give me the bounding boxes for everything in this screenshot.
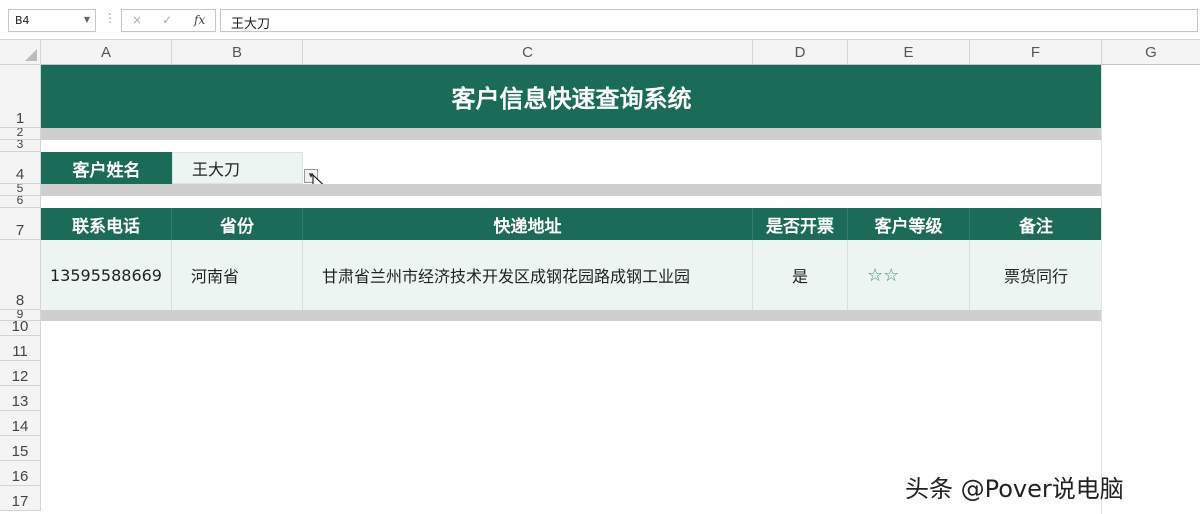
header-note: 备注	[970, 208, 1102, 240]
column-header-f[interactable]: F	[970, 40, 1102, 65]
record-phone[interactable]: 13595588669	[41, 240, 172, 310]
separator-band	[41, 184, 1102, 196]
row-header-12[interactable]: 12	[0, 361, 41, 386]
formula-input[interactable]: 王大刀	[220, 9, 1198, 32]
cancel-icon[interactable]: ×	[132, 13, 142, 27]
sheet-title: 客户信息快速查询系统	[41, 65, 1102, 128]
separator-band	[41, 310, 1102, 321]
record-level-stars[interactable]: ☆☆	[848, 240, 970, 310]
record-province[interactable]: 河南省	[172, 240, 303, 310]
select-all-corner[interactable]	[0, 40, 41, 65]
separator-band	[41, 128, 1102, 140]
column-header-g[interactable]: G	[1102, 40, 1200, 65]
row-header-4[interactable]: 4	[0, 152, 41, 184]
header-level: 客户等级	[848, 208, 970, 240]
row-header-17[interactable]: 17	[0, 486, 41, 511]
column-header-b[interactable]: B	[172, 40, 303, 65]
name-box[interactable]: B4 ▼	[8, 9, 96, 32]
watermark: 头条 @Pover说电脑	[905, 475, 1124, 503]
row-header-5[interactable]: 5	[0, 184, 41, 196]
more-options-icon[interactable]: ⋮	[104, 11, 116, 25]
row-header-15[interactable]: 15	[0, 436, 41, 461]
name-box-value: B4	[15, 14, 30, 27]
record-note[interactable]: 票货同行	[970, 240, 1102, 310]
row-header-9[interactable]: 9	[0, 310, 41, 321]
header-address: 快递地址	[303, 208, 753, 240]
enter-icon[interactable]: ✓	[162, 13, 172, 27]
row-header-11[interactable]: 11	[0, 336, 41, 361]
column-header-e[interactable]: E	[848, 40, 970, 65]
record-invoice[interactable]: 是	[753, 240, 848, 310]
row-header-14[interactable]: 14	[0, 411, 41, 436]
chevron-down-icon[interactable]: ▼	[84, 15, 90, 24]
row-header-10[interactable]: 10	[0, 321, 41, 336]
column-header-c[interactable]: C	[303, 40, 753, 65]
row-header-8[interactable]: 8	[0, 240, 41, 310]
formula-buttons: × ✓ fx	[121, 9, 216, 32]
row-header-2[interactable]: 2	[0, 128, 41, 140]
column-header-a[interactable]: A	[41, 40, 172, 65]
header-province: 省份	[172, 208, 303, 240]
row-header-16[interactable]: 16	[0, 461, 41, 486]
lookup-input-cell[interactable]: 王大刀	[172, 152, 303, 184]
record-address[interactable]: 甘肃省兰州市经济技术开发区成钢花园路成钢工业园	[303, 240, 753, 310]
insert-function-icon[interactable]: fx	[194, 13, 205, 27]
row-header-6[interactable]: 6	[0, 196, 41, 208]
lookup-label: 客户姓名	[41, 152, 172, 184]
row-header-13[interactable]: 13	[0, 386, 41, 411]
header-invoice: 是否开票	[753, 208, 848, 240]
column-gridline	[1101, 65, 1102, 514]
header-phone: 联系电话	[41, 208, 172, 240]
column-header-d[interactable]: D	[753, 40, 848, 65]
row-header-1[interactable]: 1	[0, 65, 41, 128]
row-header-3[interactable]: 3	[0, 140, 41, 152]
row-header-7[interactable]: 7	[0, 208, 41, 240]
